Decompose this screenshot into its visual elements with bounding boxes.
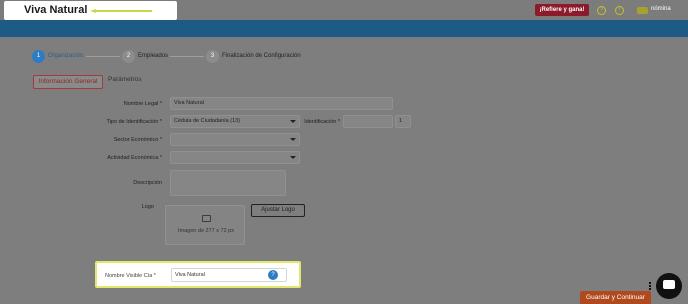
step-3-circle[interactable]: 3 [206,50,219,63]
save-and-continue-button[interactable]: Guardar y Continuar [580,291,651,304]
step-connector-2 [170,56,204,57]
identification-label: Identificación * [304,119,340,125]
logo-upload-area[interactable]: Imagen de 277 x 72 px [165,205,245,245]
economic-activity-label: Actividad Económica * [107,155,162,161]
verification-digit-input[interactable]: 1 [395,115,411,128]
brand-name[interactable]: nómina [651,6,671,12]
id-type-label: Tipo de Identificación * [106,119,162,125]
chevron-down-icon [290,138,296,141]
description-textarea[interactable] [170,170,286,196]
company-name: Viva Natural [24,4,88,16]
step-2-label[interactable]: Empleados [138,53,168,59]
economic-sector-label: Sector Económico * [113,137,162,143]
step-connector-1 [86,56,120,57]
chat-bubble-icon [663,280,675,289]
company-name-card: Viva Natural [4,1,177,20]
image-icon [202,215,211,222]
economic-activity-select[interactable] [170,151,300,164]
step-2-circle[interactable]: 2 [122,50,135,63]
step-1-label[interactable]: Organización [48,53,83,59]
info-icon[interactable]: ? [268,270,278,280]
chat-icon[interactable] [656,273,682,299]
tab-parameters[interactable]: Parámetros [108,76,142,83]
vertical-dots-icon[interactable] [649,281,653,294]
header-band [0,20,688,37]
step-3-label[interactable]: Finalización de Configuración [222,53,301,59]
visible-name-highlight: Nombre Visible Cía * Viva Natural ? [95,261,301,288]
legal-name-label: Nombre Legal * [123,101,162,107]
economic-sector-select[interactable] [170,133,300,146]
logo-label: Logo [141,204,154,210]
tab-general-information[interactable]: Información General [33,75,103,89]
nomina-logo-icon [637,7,648,14]
arrow-left-icon [90,9,152,13]
refer-and-earn-button[interactable]: ¡Refiere y gana! [535,4,589,16]
description-label: Descripción [133,180,162,186]
adjust-logo-button[interactable]: Ajustar Logo [251,204,305,217]
notification-icon[interactable]: ! [615,6,624,15]
chevron-down-icon [290,156,296,159]
visible-name-label: Nombre Visible Cía * [105,273,156,279]
identification-input[interactable] [343,115,393,128]
legal-name-input[interactable]: Viva Natural [170,97,393,110]
help-icon[interactable]: ? [597,6,606,15]
step-1-circle[interactable]: 1 [32,50,45,63]
logo-size-hint: Imagen de 277 x 72 px [178,228,234,234]
